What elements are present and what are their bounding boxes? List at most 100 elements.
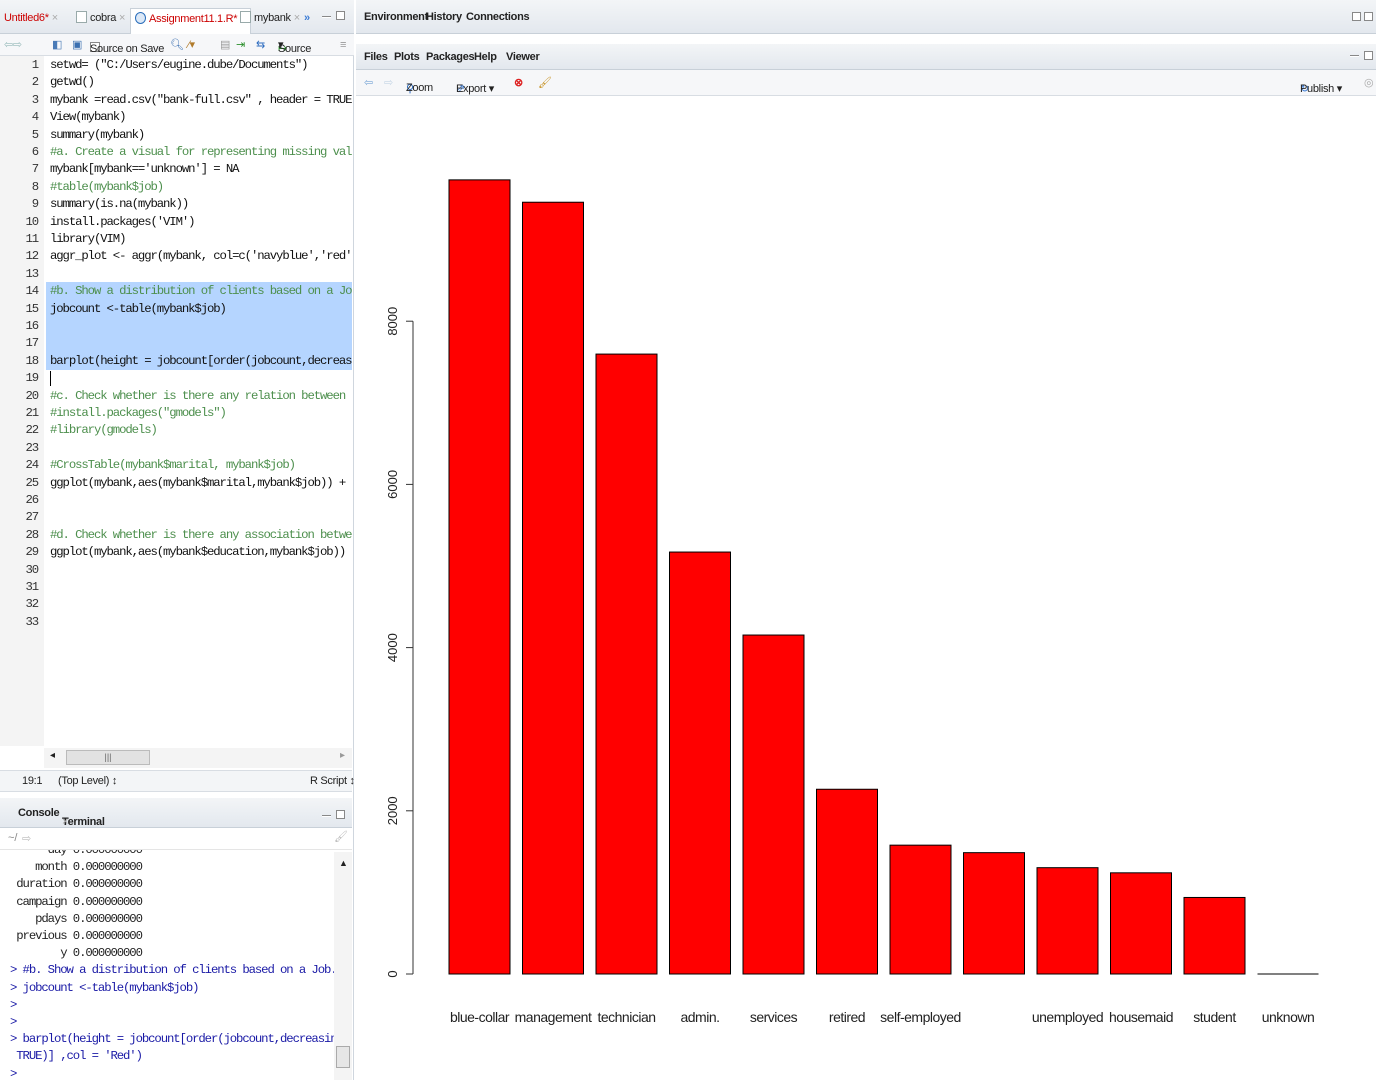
remove-plot-icon[interactable]: ⊗ [514, 76, 523, 89]
horizontal-scrollbar[interactable]: ◂ ||| ▸ [44, 748, 352, 768]
console-output[interactable]: day 0.000000000 month 0.000000000 durati… [0, 850, 352, 1080]
maximize-icon[interactable] [336, 11, 345, 20]
tab-mybank[interactable]: mybank × [236, 8, 304, 28]
more-tabs-icon[interactable]: » [300, 8, 314, 28]
code-text: #c. Check whether is there any relation … [50, 388, 352, 403]
refresh-icon[interactable]: ◎ [1364, 76, 1374, 89]
scroll-right-icon[interactable]: ▸ [340, 750, 345, 761]
tab-history[interactable]: History [426, 11, 462, 23]
tab-connections[interactable]: Connections [466, 11, 530, 23]
save-icon[interactable]: ▣ [72, 38, 82, 52]
tab-untitled6[interactable]: Untitled6* × [0, 8, 62, 28]
close-icon[interactable]: × [52, 12, 58, 24]
console-scrollbar[interactable]: ▲ [334, 852, 352, 1080]
tab-viewer[interactable]: Viewer [506, 51, 540, 63]
close-icon[interactable]: × [119, 12, 125, 24]
bar-unemployed [1036, 867, 1099, 975]
console-line: TRUE)] ,col = 'Red') [10, 1049, 143, 1064]
code-line[interactable]: 9 summary(is.na(mybank)) [0, 196, 352, 213]
maximize-icon[interactable] [1364, 51, 1373, 60]
code-line[interactable]: 11 library(VIM) [0, 231, 352, 248]
new-window-icon[interactable]: ◧ [52, 38, 62, 52]
tab-plots[interactable]: Plots [394, 51, 420, 63]
code-line[interactable]: 31 [0, 579, 352, 596]
code-line[interactable]: 8 #table(mybank$job) [0, 179, 352, 196]
editor-toolbar: ⇦⇨ ◧ ▣ Source on Save 🔍︎ ⁄▾ ▤ ⇥ ⇆ ↦ Sour… [0, 34, 354, 56]
code-line[interactable]: 14 #b. Show a distribution of clients bas… [0, 283, 352, 300]
code-line[interactable]: 25 ggplot(mybank,aes(mybank$marital,myban… [0, 475, 352, 492]
code-line[interactable]: 6 #a. Create a visual for representing mi… [0, 144, 352, 161]
code-line[interactable]: 13 [0, 266, 352, 283]
code-line[interactable]: 5 summary(mybank) [0, 127, 352, 144]
code-line[interactable]: 1 setwd= ("C:/Users/eugine.dube/Documents… [0, 57, 352, 74]
scroll-thumb[interactable] [336, 1046, 350, 1068]
code-line[interactable]: 20 #c. Check whether is there any relatio… [0, 388, 352, 405]
console-line: day 0.000000000 [10, 850, 143, 857]
code-line[interactable]: 30 [0, 562, 352, 579]
code-line[interactable]: 22 #library(gmodels) [0, 422, 352, 439]
code-line[interactable]: 10 install.packages('VIM') [0, 214, 352, 231]
code-line[interactable]: 33 [0, 614, 352, 631]
scope-selector[interactable]: (Top Level) ↕ [58, 775, 117, 787]
previous-plot-icon[interactable]: ⇦ [364, 76, 373, 89]
close-icon[interactable]: × [62, 816, 68, 828]
clear-console-icon[interactable]: 🖌︎ [334, 830, 348, 843]
pane-gap [356, 34, 1376, 44]
code-line[interactable]: 15 jobcount <-table(mybank$job) [0, 301, 352, 318]
console-line: > [10, 1066, 17, 1080]
tab-console[interactable]: Console [18, 807, 60, 819]
tab-files[interactable]: Files [364, 51, 388, 63]
code-line[interactable]: 32 [0, 596, 352, 613]
search-icon[interactable]: 🔍︎ [170, 38, 184, 52]
wand-icon[interactable]: ⁄▾ [188, 38, 195, 52]
code-line[interactable]: 27 [0, 509, 352, 526]
line-number: 19 [25, 371, 39, 386]
code-line[interactable]: 26 [0, 492, 352, 509]
line-number: 25 [25, 475, 39, 490]
minimize-icon[interactable] [322, 815, 331, 817]
tab-help[interactable]: Help [474, 51, 497, 63]
run-icon[interactable]: ⇥ [236, 38, 245, 52]
scroll-left-icon[interactable]: ◂ [50, 750, 55, 761]
code-line[interactable]: 17 [0, 335, 352, 352]
back-icon[interactable]: ⇦⇨ [4, 38, 22, 52]
code-line[interactable]: 24 #CrossTable(mybank$marital, mybank$job… [0, 457, 352, 474]
code-line[interactable]: 4 View(mybank) [0, 109, 352, 126]
code-line[interactable]: 2 getwd() [0, 74, 352, 91]
maximize-icon[interactable] [1364, 12, 1373, 21]
rerun-icon[interactable]: ⇆ [256, 38, 265, 52]
goto-dir-icon[interactable]: ⇨ [22, 832, 31, 845]
code-line[interactable]: 23 [0, 440, 352, 457]
code-line[interactable]: 7 mybank[mybank=='unknown'] = NA [0, 161, 352, 178]
restore-icon[interactable] [1352, 12, 1361, 21]
file-type-selector[interactable]: R Script ↕ [310, 775, 355, 787]
line-number: 20 [25, 388, 39, 403]
code-line[interactable]: 21 #install.packages("gmodels") [0, 405, 352, 422]
minimize-icon[interactable] [322, 16, 331, 18]
tab-packages[interactable]: Packages [426, 51, 475, 63]
cursor-position: 19:1 [22, 775, 43, 787]
code-line[interactable]: 29 ggplot(mybank,aes(mybank$education,myb… [0, 544, 352, 561]
outline-icon[interactable]: ≡ [340, 38, 346, 52]
close-icon[interactable]: × [294, 12, 300, 24]
console-line: month 0.000000000 [10, 860, 143, 875]
code-line[interactable]: 28 #d. Check whether is there any associa… [0, 527, 352, 544]
code-line[interactable]: 19 [0, 370, 352, 387]
page-icon[interactable]: ▤ [220, 38, 230, 52]
code-editor[interactable]: 1 setwd= ("C:/Users/eugine.dube/Documents… [0, 56, 352, 746]
line-number: 31 [25, 580, 39, 594]
scroll-thumb[interactable]: ||| [66, 750, 150, 765]
source-button[interactable]: ↦ Source ▾ [278, 38, 311, 55]
tab-cobra[interactable]: cobra × [72, 8, 129, 28]
code-line[interactable]: 12 aggr_plot <- aggr(mybank, col=c('navyb… [0, 248, 352, 265]
tab-assignment[interactable]: Assignment11.1.R*× [130, 8, 252, 34]
code-line[interactable]: 18 barplot(height = jobcount[order(jobcou… [0, 353, 352, 370]
minimize-icon[interactable] [1350, 55, 1359, 57]
code-line[interactable]: 3 mybank =read.csv("bank-full.csv" , head… [0, 92, 352, 109]
maximize-icon[interactable] [336, 810, 345, 819]
tab-environment[interactable]: Environment [364, 11, 428, 23]
scroll-up-icon[interactable]: ▲ [339, 858, 348, 868]
clear-plots-icon[interactable]: 🖌︎ [538, 76, 552, 89]
code-line[interactable]: 16 [0, 318, 352, 335]
next-plot-icon[interactable]: ⇨ [384, 76, 393, 89]
